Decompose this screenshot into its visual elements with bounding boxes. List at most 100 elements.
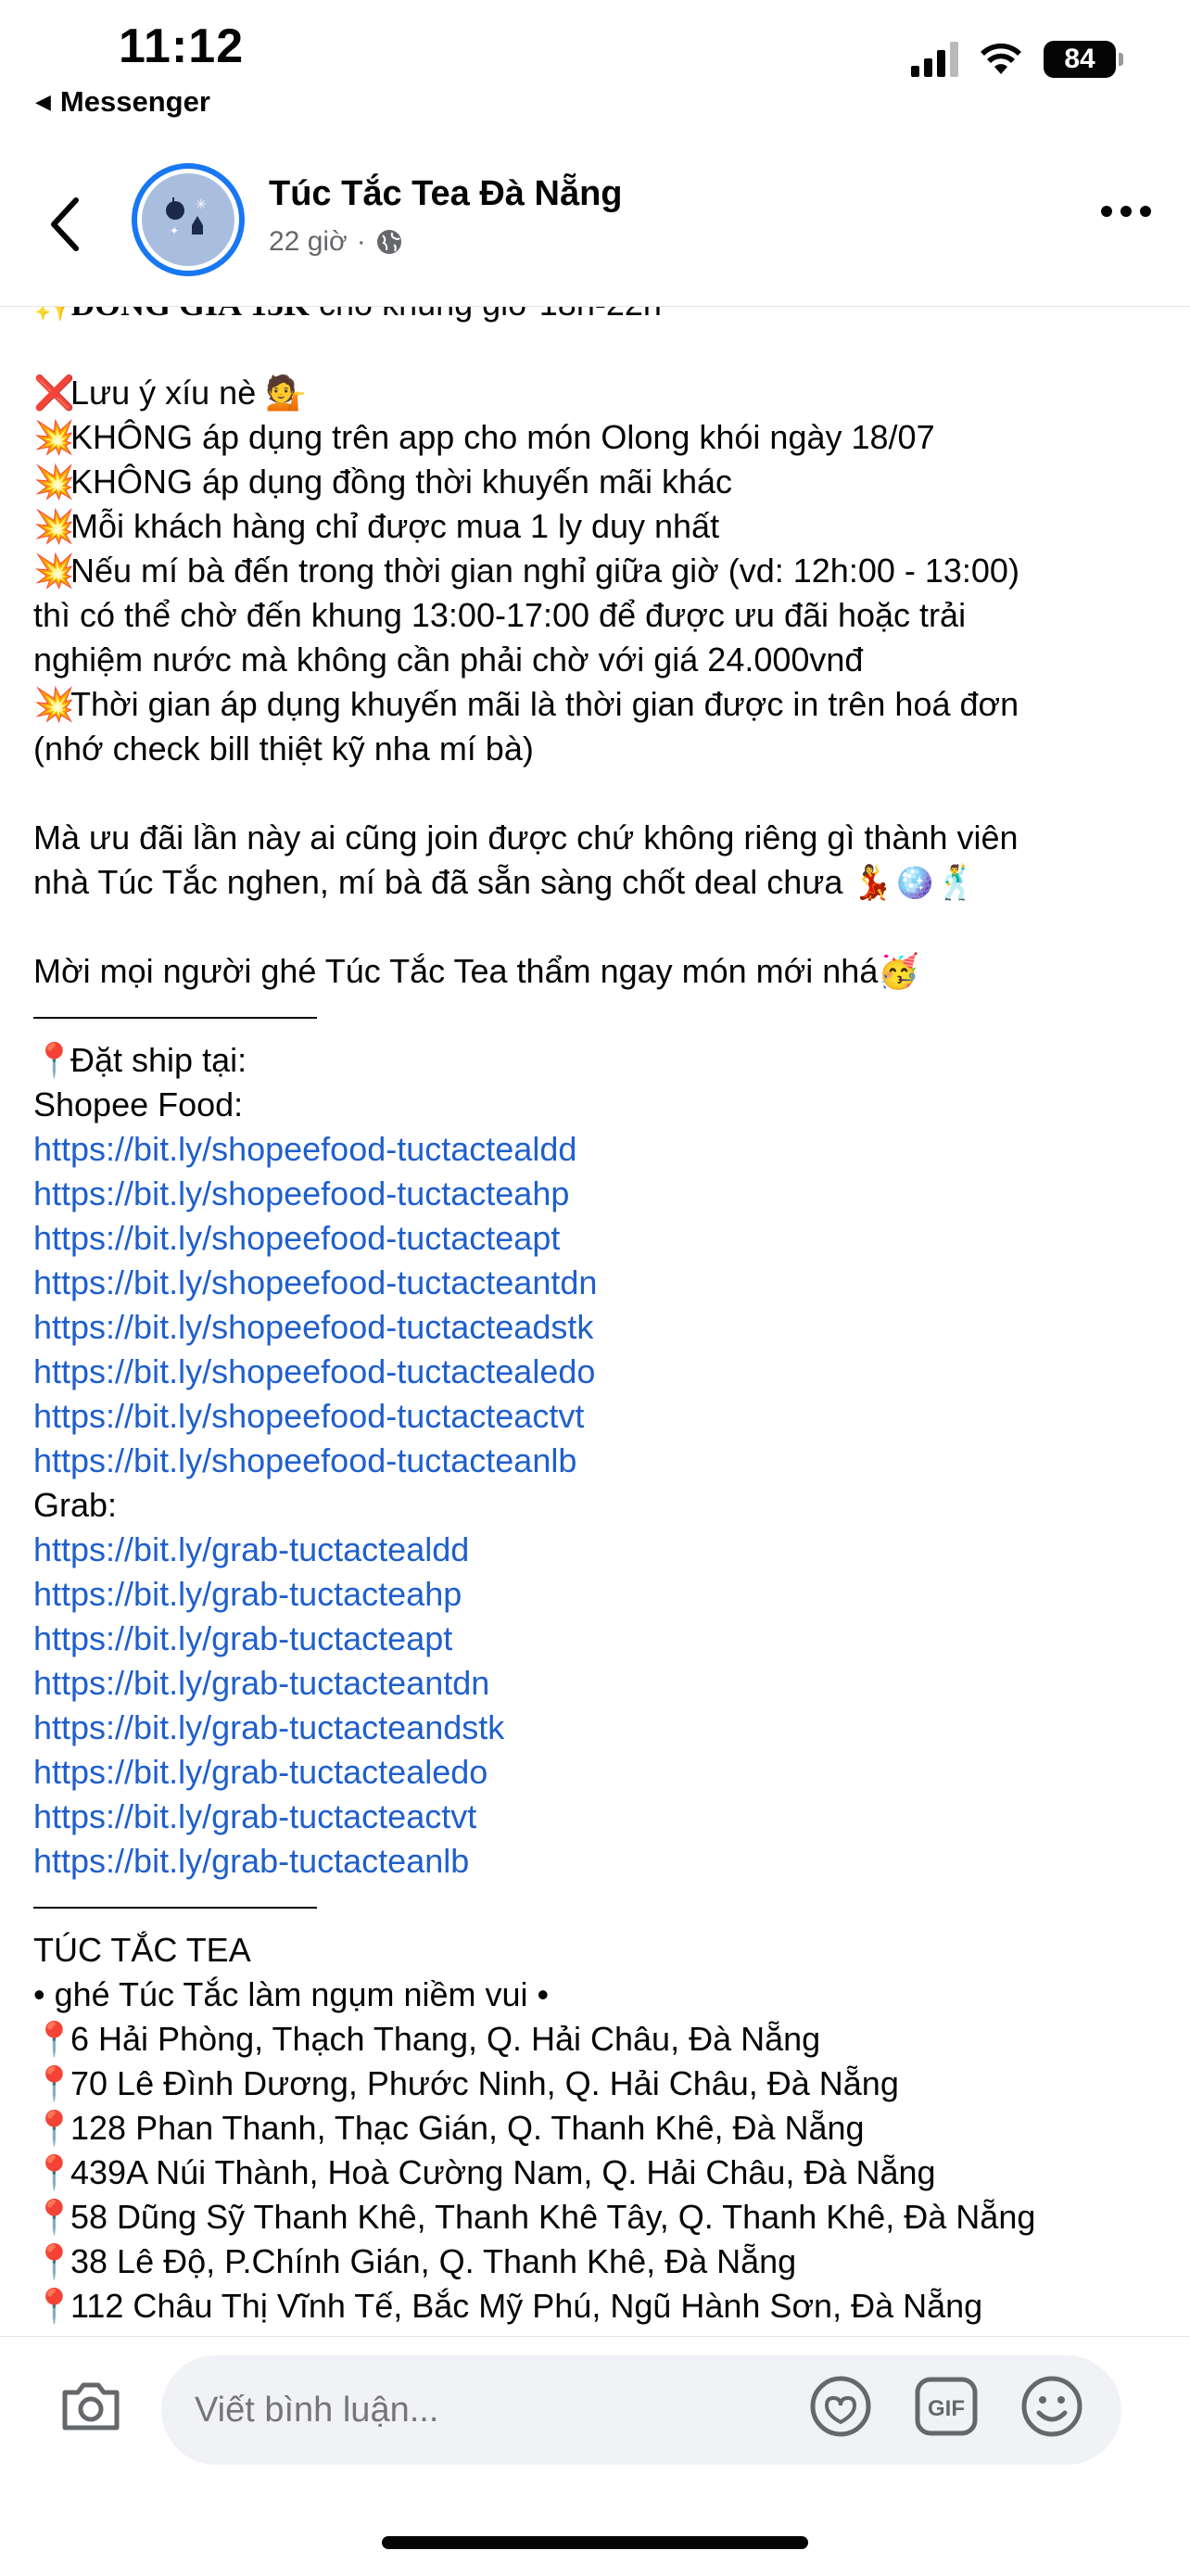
shopee-link[interactable]: https://bit.ly/shopeefood-tuctacteadstk: [33, 1305, 1173, 1350]
address-item: 📍112 Châu Thị Vĩnh Tế, Bắc Mỹ Phú, Ngũ H…: [33, 2284, 1173, 2329]
shopee-label: Shopee Food:: [33, 1085, 244, 1123]
ship-label-line: 📍Đặt ship tại:: [33, 1038, 1173, 1083]
shopee-link[interactable]: https://bit.ly/shopeefood-tuctacteantdn: [33, 1261, 1173, 1305]
slogan: • ghé Túc Tắc làm ngụm niềm vui •: [33, 1975, 550, 2013]
note-text: Mỗi khách hàng chỉ được mua 1 ly duy nhấ…: [70, 507, 720, 545]
paragraph-line: Mà ưu đãi lần này ai cũng join được chứ …: [33, 818, 1019, 857]
grab-link[interactable]: https://bit.ly/grab-tuctacteandstk: [33, 1706, 1173, 1750]
svg-text:✳: ✳: [196, 197, 207, 212]
back-app-label: Messenger: [59, 85, 210, 118]
shopee-link[interactable]: https://bit.ly/shopeefood-tuctacteanlb: [33, 1439, 1173, 1483]
post-time[interactable]: 22 giờ: [269, 226, 348, 258]
address-text: 58 Dũng Sỹ Thanh Khê, Thanh Khê Tây, Q. …: [70, 2198, 1036, 2236]
shopee-link[interactable]: https://bit.ly/shopeefood-tuctactealdd: [33, 1127, 1173, 1172]
address-text: 38 Lê Độ, P.Chính Gián, Q. Thanh Khê, Đà…: [70, 2242, 797, 2280]
brand-name: TÚC TẮC TEA: [33, 1931, 251, 1969]
post-content: ✨ĐỒNG GIÁ 15K cho khung giờ 18h-22h ❌Lưu…: [33, 282, 1173, 2336]
collision-icon: 💥: [33, 463, 75, 501]
pin-icon: 📍: [33, 2242, 75, 2280]
note-title-line: ❌Lưu ý xíu nè 💁: [33, 371, 1173, 415]
address-item: 📍439A Núi Thành, Hoà Cường Nam, Q. Hải C…: [33, 2151, 1173, 2195]
invite-line: Mời mọi người ghé Túc Tắc Tea thẩm ngay …: [33, 949, 1173, 994]
cross-mark-icon: ❌: [33, 374, 75, 412]
address-text: 128 Phan Thanh, Thạc Gián, Q. Thanh Khê,…: [70, 2109, 865, 2147]
pin-icon: 📍: [33, 2287, 75, 2325]
address-text: 439A Núi Thành, Hoà Cường Nam, Q. Hải Ch…: [70, 2153, 936, 2191]
grab-link[interactable]: https://bit.ly/grab-tuctacteactvt: [33, 1795, 1173, 1839]
battery-icon: 84: [1044, 41, 1123, 78]
divider: [33, 1884, 1173, 1928]
avatar-logo: ✳ ✦: [142, 173, 234, 266]
cellular-signal-icon: [911, 42, 958, 77]
globe-icon: [376, 230, 401, 254]
note-text: KHÔNG áp dụng trên app cho món Olong khó…: [70, 418, 935, 456]
gif-icon[interactable]: GIF: [912, 2372, 981, 2441]
grab-link[interactable]: https://bit.ly/grab-tuctacteapt: [33, 1617, 1173, 1661]
pin-icon: 📍: [33, 2020, 75, 2058]
paragraph-text: nhà Túc Tắc nghen, mí bà đã sẵn sàng chố…: [33, 863, 843, 901]
address-item: 📍70 Lê Đình Dương, Phước Ninh, Q. Hải Ch…: [33, 2062, 1173, 2106]
svg-text:✦: ✦: [170, 224, 179, 237]
shopee-link[interactable]: https://bit.ly/shopeefood-tuctacteahp: [33, 1172, 1173, 1216]
page-name[interactable]: Túc Tắc Tea Đà Nẵng: [269, 174, 623, 214]
gif-label: GIF: [928, 2396, 965, 2421]
emoji-icon[interactable]: [1018, 2372, 1086, 2441]
comment-actions: GIF: [806, 2372, 1086, 2441]
pin-icon: 📍: [33, 1041, 75, 1079]
partying-face-icon: 🥳: [878, 952, 920, 990]
pin-icon: 📍: [33, 2198, 75, 2236]
dancer-icon: 💃: [852, 863, 894, 901]
more-options-icon[interactable]: [1101, 206, 1151, 217]
address-text: 6 Hải Phòng, Thạch Thang, Q. Hải Châu, Đ…: [70, 2020, 821, 2058]
wifi-icon: [981, 43, 1021, 74]
divider: [33, 994, 1173, 1038]
man-dancing-icon: 🕺: [935, 863, 977, 901]
note-text: (nhớ check bill thiệt kỹ nha mí bà): [33, 730, 534, 768]
address-item: 📍6 Hải Phòng, Thạch Thang, Q. Hải Châu, …: [33, 2017, 1173, 2062]
invite-text: Mời mọi người ghé Túc Tắc Tea thẩm ngay …: [33, 952, 879, 990]
battery-level: 84: [1064, 44, 1095, 74]
shopee-link[interactable]: https://bit.ly/shopeefood-tuctactealedo: [33, 1350, 1173, 1394]
collision-icon: 💥: [33, 685, 75, 723]
home-indicator[interactable]: [382, 2536, 808, 2549]
grab-link[interactable]: https://bit.ly/grab-tuctacteahp: [33, 1572, 1173, 1617]
collision-icon: 💥: [33, 552, 75, 590]
address-item: 📍38 Lê Độ, P.Chính Gián, Q. Thanh Khê, Đ…: [33, 2240, 1173, 2284]
pin-icon: 📍: [33, 2153, 75, 2191]
collision-icon: 💥: [33, 507, 75, 545]
camera-icon[interactable]: [57, 2372, 124, 2439]
grab-link[interactable]: https://bit.ly/grab-tuctacteanlb: [33, 1839, 1173, 1884]
grab-link[interactable]: https://bit.ly/grab-tuctactealdd: [33, 1528, 1173, 1572]
note-item: 💥KHÔNG áp dụng trên app cho món Olong kh…: [33, 415, 1173, 460]
grab-link[interactable]: https://bit.ly/grab-tuctacteantdn: [33, 1661, 1173, 1706]
back-triangle-icon: ◀: [35, 90, 51, 113]
avatar-sticker-icon[interactable]: [806, 2372, 875, 2441]
address-item: 📍128 Phan Thanh, Thạc Gián, Q. Thanh Khê…: [33, 2106, 1173, 2151]
note-item: 💥Nếu mí bà đến trong thời gian nghỉ giữa…: [33, 549, 1173, 593]
note-item: 💥Thời gian áp dụng khuyến mãi là thời gi…: [33, 682, 1173, 727]
status-indicators: 84: [911, 41, 1123, 78]
note-text: KHÔNG áp dụng đồng thời khuyến mãi khác: [70, 463, 733, 501]
post-meta: 22 giờ ·: [269, 226, 403, 258]
note-text: Nếu mí bà đến trong thời gian nghỉ giữa …: [70, 552, 1019, 590]
meta-separator: ·: [356, 226, 366, 257]
grab-link[interactable]: https://bit.ly/grab-tuctactealedo: [33, 1750, 1173, 1795]
note-text: Thời gian áp dụng khuyến mãi là thời gia…: [70, 685, 1019, 723]
status-time: 11:12: [119, 19, 245, 73]
note-text: thì có thể chờ đến khung 13:00-17:00 để …: [33, 596, 967, 634]
address-text: 70 Lê Đình Dương, Phước Ninh, Q. Hải Châ…: [70, 2064, 899, 2102]
shopee-link[interactable]: https://bit.ly/shopeefood-tuctacteactvt: [33, 1394, 1173, 1439]
paragraph-line: nhà Túc Tắc nghen, mí bà đã sẵn sàng chố…: [33, 860, 1173, 905]
page-avatar[interactable]: ✳ ✦: [132, 163, 245, 276]
address-text: 112 Châu Thị Vĩnh Tế, Bắc Mỹ Phú, Ngũ Hà…: [70, 2287, 983, 2325]
pin-icon: 📍: [33, 2109, 75, 2147]
pin-icon: 📍: [33, 2064, 75, 2102]
ship-label: Đặt ship tại:: [70, 1041, 247, 1079]
mirror-ball-icon: 🪩: [893, 863, 936, 901]
shopee-link[interactable]: https://bit.ly/shopeefood-tuctacteapt: [33, 1216, 1173, 1261]
note-text: nghiệm nước mà không cần phải chờ với gi…: [33, 641, 864, 679]
address-item: 📍58 Dũng Sỹ Thanh Khê, Thanh Khê Tây, Q.…: [33, 2195, 1173, 2240]
collision-icon: 💥: [33, 418, 75, 456]
back-arrow-icon[interactable]: [43, 187, 89, 261]
back-to-messenger-link[interactable]: ◀ Messenger: [35, 85, 210, 119]
